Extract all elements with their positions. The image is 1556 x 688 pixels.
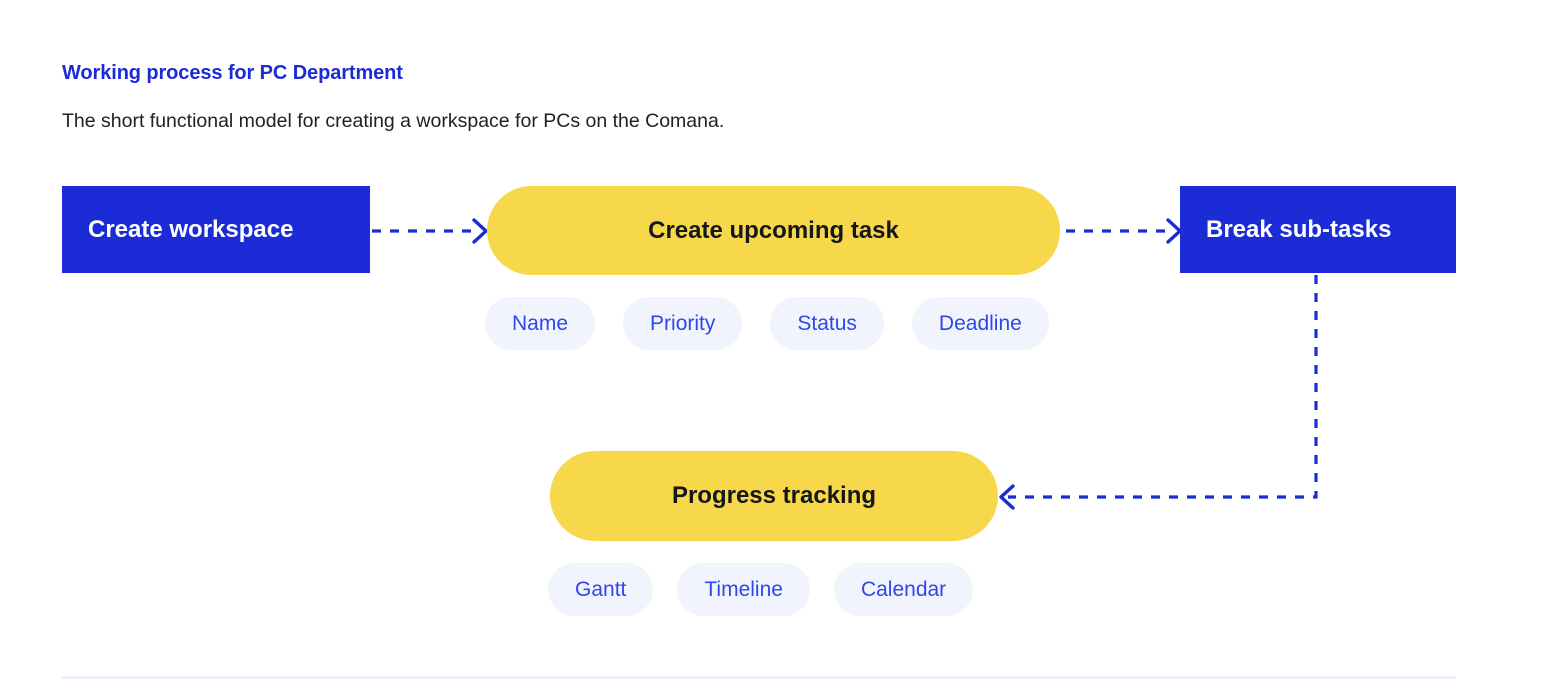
pill-deadline[interactable]: Deadline [911,297,1049,350]
pill-gantt[interactable]: Gantt [548,563,654,616]
pill-deadline-label: Deadline [938,311,1022,335]
pill-calendar-label: Calendar [860,577,947,601]
task-attribute-pill-row: Name Priority Status Deadline [485,297,1049,350]
diagram-canvas: Working process for PC Department The sh… [0,0,1556,688]
pill-timeline[interactable]: Timeline [677,563,810,616]
node-break-sub-tasks-label: Break sub-tasks [1206,215,1392,243]
pill-gantt-label: Gantt [575,577,627,601]
connector-workspace-to-task [372,218,488,244]
node-create-upcoming-task[interactable]: Create upcoming task [487,186,1060,275]
page-subtitle: The short functional model for creating … [62,110,725,132]
pill-name[interactable]: Name [485,297,596,350]
footer-divider [62,676,1456,679]
node-break-sub-tasks[interactable]: Break sub-tasks [1180,186,1456,273]
pill-name-label: Name [512,311,569,335]
node-create-workspace-label: Create workspace [88,215,294,243]
node-progress-tracking-label: Progress tracking [671,482,877,509]
pill-priority-label: Priority [650,311,716,335]
node-create-upcoming-task-label: Create upcoming task [648,216,899,244]
node-progress-tracking[interactable]: Progress tracking [550,451,998,541]
connector-task-to-subtasks [1066,218,1182,244]
pill-status[interactable]: Status [770,297,884,350]
pill-priority[interactable]: Priority [623,297,743,350]
progress-view-pill-row: Gantt Timeline Calendar [548,563,974,616]
pill-status-label: Status [797,311,857,335]
pill-timeline-label: Timeline [704,577,783,601]
pill-calendar[interactable]: Calendar [833,563,974,616]
page-title: Working process for PC Department [62,62,403,84]
node-create-workspace[interactable]: Create workspace [62,186,370,273]
